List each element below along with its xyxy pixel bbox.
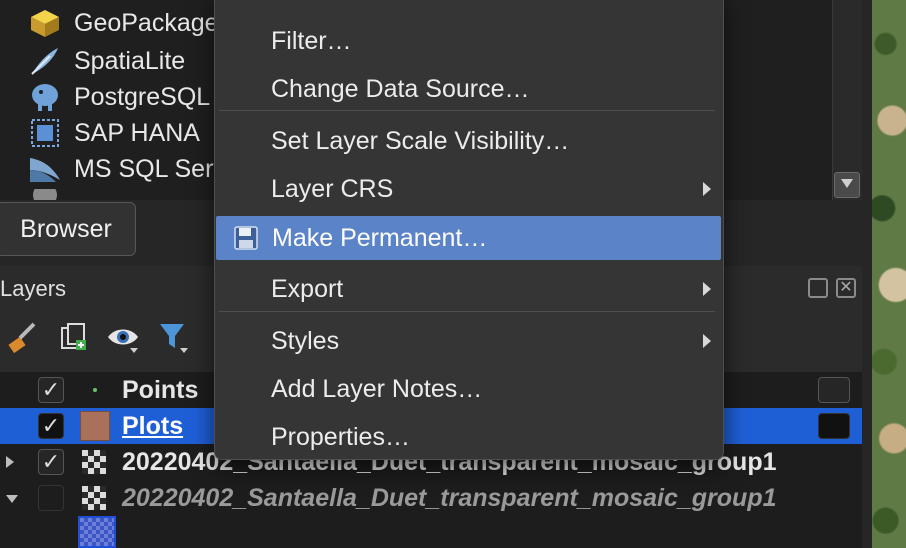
panel-divider[interactable] bbox=[862, 0, 872, 548]
menu-item-layer-crs[interactable]: Layer CRS bbox=[215, 167, 723, 211]
close-panel-icon[interactable]: ✕ bbox=[836, 278, 856, 298]
layer-visibility-checkbox[interactable] bbox=[38, 485, 64, 511]
raster-layer-icon bbox=[82, 450, 106, 474]
submenu-arrow-icon bbox=[703, 182, 711, 196]
layer-name: Plots bbox=[122, 411, 184, 440]
menu-item-label: Change Data Source… bbox=[271, 74, 530, 103]
menu-item-label: Layer CRS bbox=[271, 174, 394, 203]
menu-item-label: Styles bbox=[271, 326, 340, 355]
menu-item-label: Export bbox=[271, 274, 344, 303]
menu-item-change-data-source[interactable]: Change Data Source… bbox=[215, 67, 723, 111]
browser-item-sap-hana[interactable]: SAP HANA bbox=[28, 117, 200, 149]
expand-chevron-right-icon[interactable] bbox=[6, 456, 14, 468]
polygon-fill-swatch-icon bbox=[80, 411, 110, 441]
menu-item-cut-off[interactable] bbox=[215, 0, 723, 1]
layer-indicator-icon[interactable] bbox=[818, 377, 850, 403]
layer-visibility-checkbox[interactable]: ✓ bbox=[38, 377, 64, 403]
browser-item-spatialite[interactable]: SpatiaLite bbox=[28, 45, 185, 77]
filter-funnel-icon[interactable] bbox=[156, 320, 190, 354]
browser-scrollbar[interactable] bbox=[832, 0, 863, 200]
menu-item-add-layer-notes[interactable]: Add Layer Notes… bbox=[215, 367, 723, 411]
map-canvas[interactable] bbox=[872, 0, 906, 548]
postgresql-elephant-icon bbox=[28, 82, 62, 112]
menu-item-label: Filter… bbox=[271, 26, 352, 55]
menu-item-filter[interactable]: Filter… bbox=[215, 19, 723, 63]
point-symbol-icon bbox=[80, 375, 110, 405]
sap-hana-icon bbox=[28, 118, 62, 148]
submenu-arrow-icon bbox=[703, 282, 711, 296]
layer-context-menu: Filter… Change Data Source… Set Layer Sc… bbox=[214, 0, 724, 460]
layers-panel-title: Layers bbox=[0, 276, 67, 301]
menu-item-label: Set Layer Scale Visibility… bbox=[271, 126, 570, 155]
menu-item-export[interactable]: Export bbox=[215, 267, 723, 311]
mssql-icon bbox=[28, 154, 62, 184]
menu-item-set-layer-scale-visibility[interactable]: Set Layer Scale Visibility… bbox=[215, 119, 723, 163]
geopackage-icon bbox=[28, 8, 62, 38]
browser-item-label: SAP HANA bbox=[74, 118, 200, 147]
menu-item-label: Add Layer Notes… bbox=[271, 374, 483, 403]
visibility-eye-icon[interactable] bbox=[106, 320, 140, 354]
layer-visibility-checkbox[interactable]: ✓ bbox=[38, 413, 64, 439]
floppy-disk-icon bbox=[234, 226, 258, 257]
collapse-chevron-down-icon[interactable] bbox=[6, 495, 18, 503]
add-group-icon[interactable] bbox=[56, 320, 90, 354]
tab-browser[interactable]: Browser bbox=[0, 202, 136, 256]
raster-layer-icon bbox=[82, 486, 106, 510]
menu-item-properties[interactable]: Properties… bbox=[215, 415, 723, 459]
menu-separator bbox=[219, 110, 715, 111]
raster-legend-swatch-icon bbox=[78, 516, 116, 548]
browser-item-geopackage[interactable]: GeoPackage bbox=[28, 7, 219, 39]
scroll-down-button[interactable] bbox=[834, 172, 860, 198]
style-paintbrush-icon[interactable] bbox=[6, 320, 40, 354]
float-panel-icon[interactable] bbox=[808, 278, 828, 298]
browser-item-postgresql[interactable]: PostgreSQL bbox=[28, 81, 210, 113]
menu-separator bbox=[219, 311, 715, 312]
browser-item-label: PostgreSQL bbox=[74, 82, 211, 111]
submenu-arrow-icon bbox=[703, 334, 711, 348]
layer-visibility-checkbox[interactable]: ✓ bbox=[38, 449, 64, 475]
menu-item-label: Make Permanent… bbox=[272, 223, 488, 252]
layer-name: Points bbox=[122, 375, 199, 404]
spatialite-feather-icon bbox=[28, 46, 62, 76]
chevron-down-icon bbox=[835, 179, 859, 189]
menu-item-styles[interactable]: Styles bbox=[215, 319, 723, 363]
layer-row-mosaic-2[interactable]: 20220402_Santaella_Duet_transparent_mosa… bbox=[0, 480, 862, 516]
layer-indicator-icon[interactable] bbox=[818, 413, 850, 439]
browser-item-label: SpatiaLite bbox=[74, 46, 186, 75]
menu-item-label: Properties… bbox=[271, 422, 410, 451]
menu-item-make-permanent[interactable]: Make Permanent… bbox=[216, 216, 721, 260]
browser-item-label: GeoPackage bbox=[74, 8, 219, 37]
layer-name: 20220402_Santaella_Duet_transparent_mosa… bbox=[122, 483, 777, 512]
